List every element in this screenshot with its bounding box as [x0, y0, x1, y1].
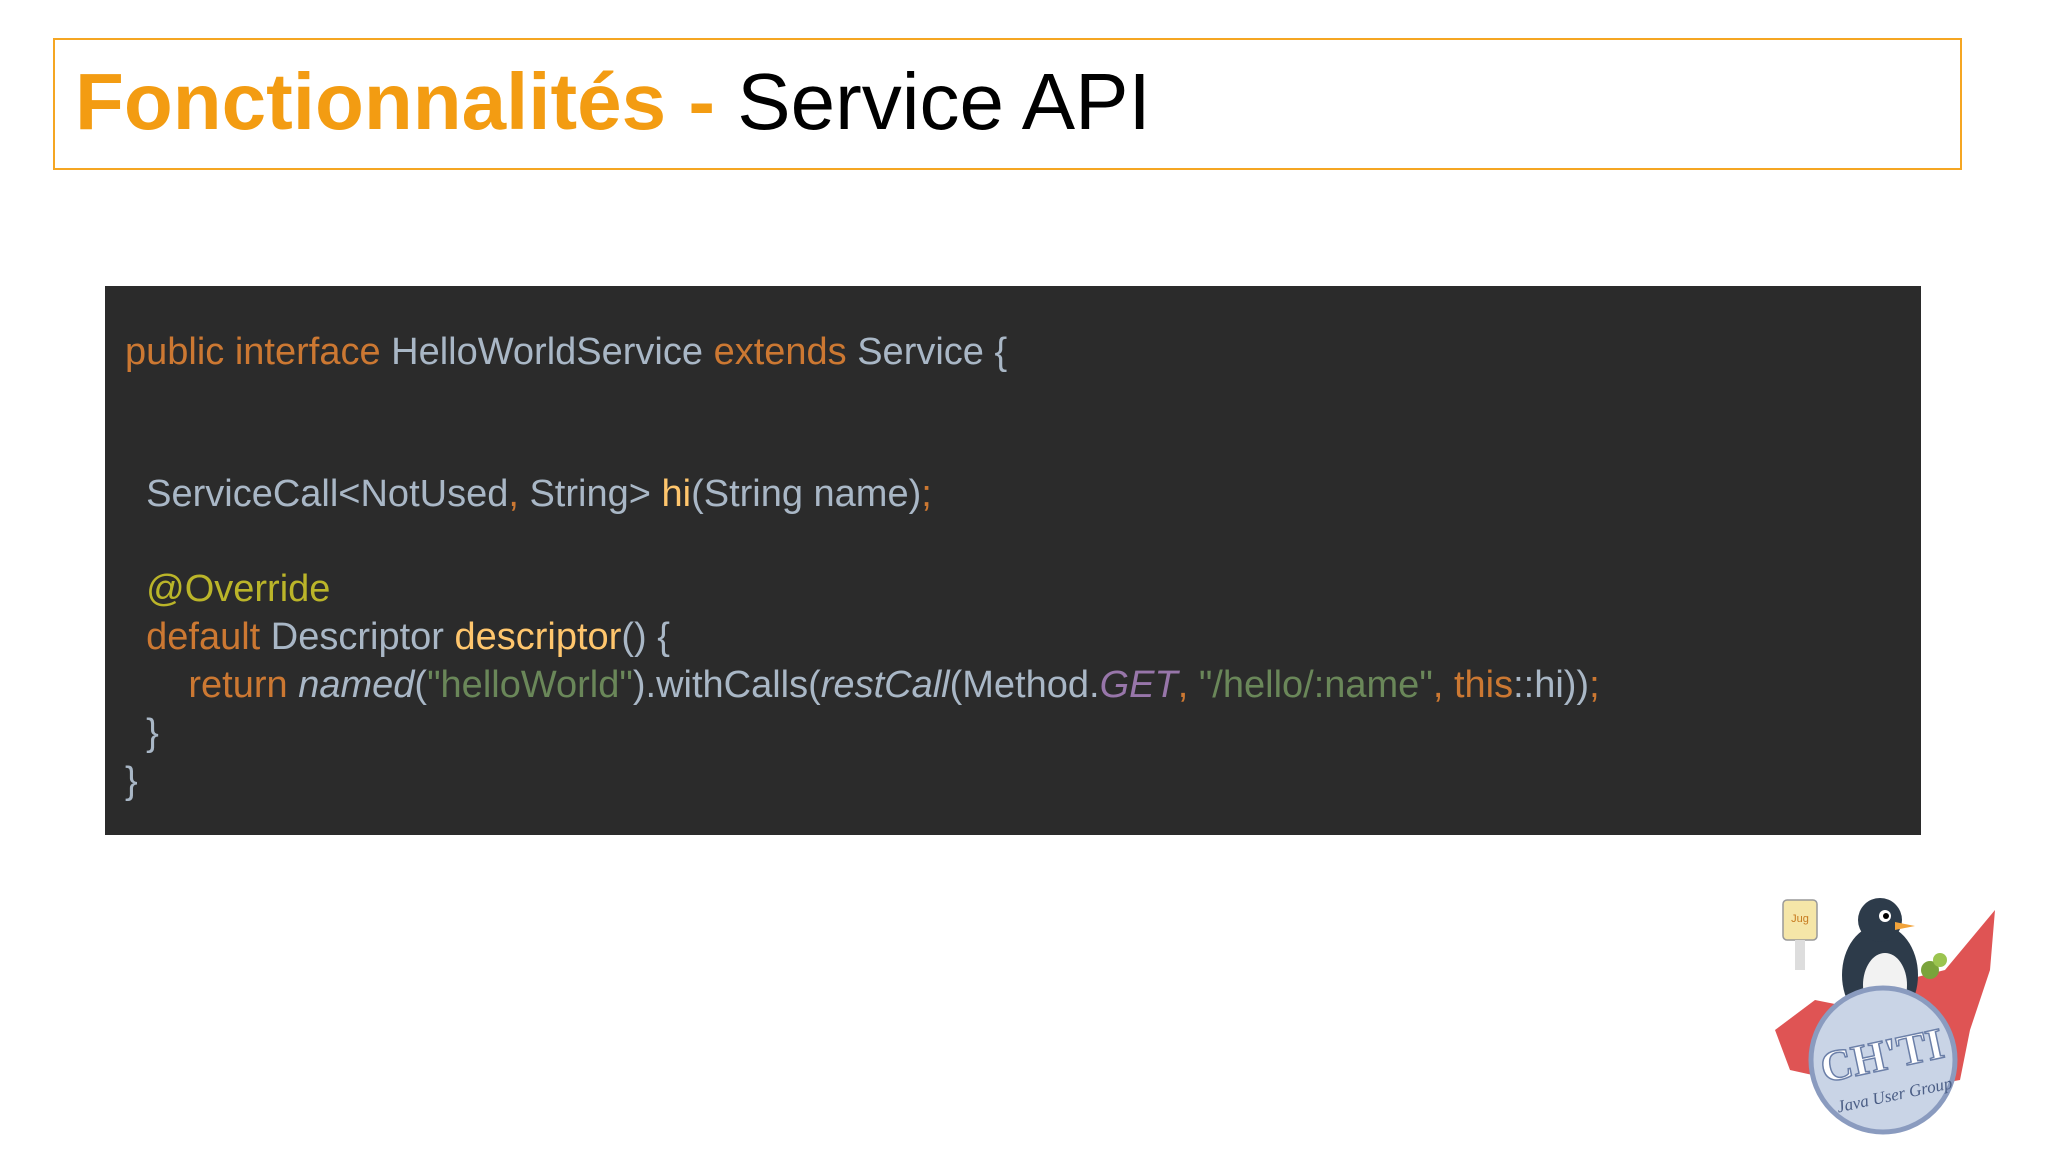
- code-annotation: @Override: [146, 568, 331, 610]
- code-text: (: [414, 664, 428, 706]
- code-string: "helloWorld": [427, 664, 633, 706]
- code-text: String>: [518, 473, 662, 515]
- code-text: Service {: [846, 331, 1008, 373]
- code-method: descriptor: [454, 616, 622, 658]
- code-line-7: }: [125, 757, 138, 805]
- code-line-3: @Override: [125, 565, 330, 613]
- code-keyword: public interface: [125, 331, 381, 373]
- title-accent: Fonctionnalités -: [75, 57, 715, 146]
- code-keyword: return: [188, 664, 288, 706]
- code-text: }: [125, 760, 138, 802]
- code-line-6: }: [125, 709, 159, 757]
- code-block: public interface HelloWorldService exten…: [105, 286, 1921, 835]
- code-text: Descriptor: [260, 616, 455, 658]
- code-punct: ,: [508, 473, 519, 515]
- chti-jug-logo: Jug CH'TI Java User Group: [1755, 890, 2005, 1140]
- logo-badge: Jug: [1791, 913, 1809, 925]
- logo-penguin-head: [1858, 898, 1902, 942]
- code-line-5: return named("helloWorld").withCalls(res…: [125, 661, 1600, 709]
- code-punct: ,: [1177, 664, 1199, 706]
- code-punct: ,: [1432, 664, 1454, 706]
- code-method: named: [298, 664, 415, 706]
- code-text: }: [125, 712, 159, 754]
- code-punct: ;: [1589, 664, 1600, 706]
- logo-svg: Jug CH'TI Java User Group: [1775, 898, 1995, 1135]
- code-text: HelloWorldService: [380, 331, 714, 373]
- code-method: hi: [661, 473, 692, 515]
- code-constant: GET: [1099, 664, 1178, 706]
- code-text: (String name): [691, 473, 922, 515]
- title-main: Service API: [737, 57, 1151, 146]
- code-text: ).withCalls(: [632, 664, 821, 706]
- title-box: Fonctionnalités - Service API: [53, 38, 1962, 170]
- code-method: restCall: [820, 664, 950, 706]
- code-line-2: ServiceCall<NotUsed, String> hi(String n…: [125, 470, 932, 518]
- code-text: ::hi)): [1513, 664, 1590, 706]
- code-line-1: public interface HelloWorldService exten…: [125, 328, 1007, 376]
- code-text: (Method.: [949, 664, 1100, 706]
- code-keyword: this: [1453, 664, 1514, 706]
- code-keyword: extends: [713, 331, 847, 373]
- code-punct: ;: [921, 473, 932, 515]
- code-line-4: default Descriptor descriptor() {: [125, 613, 670, 661]
- code-text: () {: [621, 616, 670, 658]
- code-text: ServiceCall<NotUsed: [146, 473, 509, 515]
- slide-title: Fonctionnalités - Service API: [75, 54, 1151, 150]
- code-string: "/hello/:name": [1198, 664, 1433, 706]
- code-keyword: default: [146, 616, 261, 658]
